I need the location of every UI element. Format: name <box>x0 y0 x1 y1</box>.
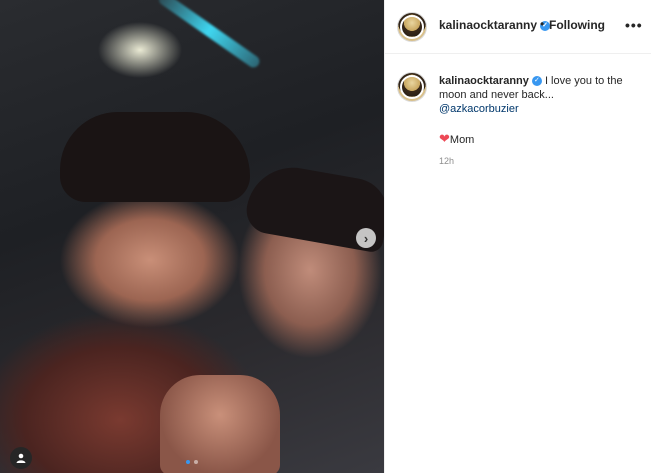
chevron-right-icon: › <box>363 230 369 246</box>
caption-avatar[interactable] <box>397 72 427 102</box>
verified-icon: ✓ <box>531 76 542 87</box>
photo-subject-hair <box>60 112 250 202</box>
header-separator: • <box>540 17 545 31</box>
signature-text: Mom <box>449 134 475 146</box>
post-photo[interactable] <box>0 0 384 473</box>
caption-signature: ❤Mom <box>439 131 474 147</box>
username-link[interactable]: kalinaocktaranny <box>439 18 537 32</box>
photo-hand <box>160 375 280 473</box>
post-time[interactable]: 12h <box>439 156 454 166</box>
avatar[interactable] <box>397 12 427 42</box>
post-side-panel: kalinaocktaranny ✓ • Following ••• kalina… <box>384 0 651 473</box>
header-username[interactable]: kalinaocktaranny ✓ <box>439 18 551 32</box>
carousel-dot <box>186 460 190 464</box>
carousel-dot <box>194 460 198 464</box>
caption: kalinaocktaranny ✓ I love you to the moon… <box>439 74 639 116</box>
ceiling-light <box>156 0 262 70</box>
more-options-icon[interactable]: ••• <box>625 17 643 33</box>
caption-username[interactable]: kalinaocktaranny <box>439 75 529 87</box>
heart-icon: ❤ <box>439 131 450 146</box>
user-tag-icon <box>16 453 26 463</box>
user-tag-button[interactable] <box>10 447 32 469</box>
caption-mention[interactable]: @azkacorbuzier <box>439 102 639 116</box>
carousel-next-button[interactable]: › <box>356 228 376 248</box>
post-header: kalinaocktaranny ✓ • Following ••• <box>385 0 651 54</box>
following-button[interactable]: Following <box>549 18 605 32</box>
carousel-indicator <box>186 460 198 464</box>
